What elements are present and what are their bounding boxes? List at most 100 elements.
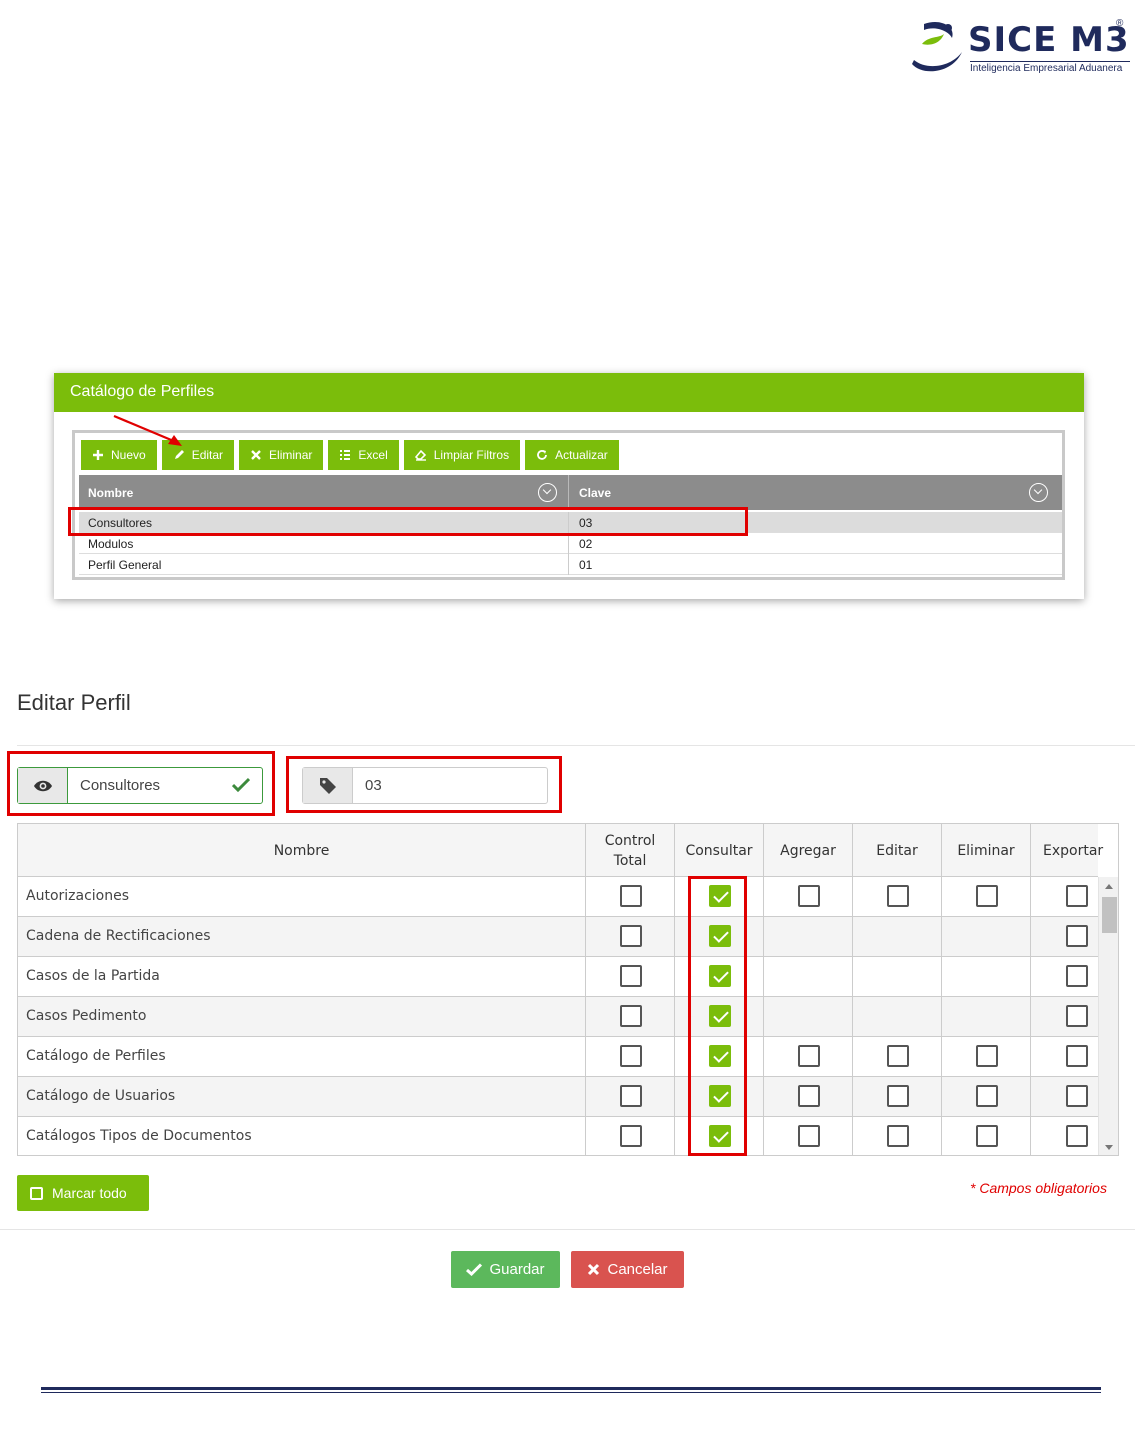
checkbox-exportar[interactable] — [1066, 1085, 1088, 1107]
header-editar: Editar — [852, 824, 941, 877]
header-agregar: Agregar — [763, 824, 852, 877]
table-row: Autorizaciones — [18, 877, 1098, 917]
column-divider — [568, 554, 569, 575]
column-header-clave[interactable]: Clave — [570, 475, 620, 510]
checkbox-control-total[interactable] — [620, 1085, 642, 1107]
scroll-down-icon[interactable] — [1105, 1145, 1113, 1150]
cell-control-total — [585, 917, 674, 957]
checkbox-eliminar[interactable] — [976, 1045, 998, 1067]
cell-eliminar — [941, 917, 1030, 957]
clave-field[interactable]: 03 — [302, 767, 548, 804]
excel-button[interactable]: Excel — [328, 440, 399, 470]
checkbox-editar[interactable] — [887, 1045, 909, 1067]
cell-control-total — [585, 957, 674, 997]
cancelar-button[interactable]: Cancelar — [571, 1251, 684, 1288]
column-header-nombre[interactable]: Nombre — [79, 475, 142, 510]
table-row[interactable]: Modulos 02 — [79, 533, 1062, 554]
annotation-arrow — [113, 414, 182, 446]
panel-title: Catálogo de Perfiles — [54, 373, 1084, 412]
header-control-line1: Control — [604, 832, 656, 849]
permission-module-name: Catálogo de Perfiles — [26, 1048, 166, 1064]
checkbox-eliminar[interactable] — [976, 885, 998, 907]
cell-editar — [852, 1077, 941, 1117]
cell-agregar — [763, 957, 852, 997]
permission-module-name: Casos de la Partida — [26, 968, 160, 984]
cell-agregar — [763, 1077, 852, 1117]
limpiar-label: Limpiar Filtros — [433, 448, 510, 462]
logo-tagline: Inteligencia Empresarial Aduanera — [970, 63, 1123, 74]
cell-editar — [852, 877, 941, 917]
checkbox-exportar[interactable] — [1066, 1045, 1088, 1067]
limpiar-filtros-button[interactable]: Limpiar Filtros — [403, 440, 521, 470]
checkbox-control-total[interactable] — [620, 925, 642, 947]
cell-editar — [852, 917, 941, 957]
actualizar-button[interactable]: Actualizar — [525, 440, 619, 470]
cell-nombre: Modulos — [88, 537, 134, 551]
eraser-icon — [414, 449, 426, 461]
scrollbar[interactable] — [1098, 877, 1118, 1155]
guardar-button[interactable]: Guardar — [451, 1251, 560, 1288]
checkbox-editar[interactable] — [887, 1085, 909, 1107]
checkbox-eliminar[interactable] — [976, 1085, 998, 1107]
checkbox-exportar[interactable] — [1066, 885, 1088, 907]
cell-agregar — [763, 917, 852, 957]
checkbox-exportar[interactable] — [1066, 1125, 1088, 1147]
table-row[interactable]: Perfil General 01 — [79, 554, 1062, 575]
column-divider — [568, 533, 569, 554]
cell-control-total — [585, 877, 674, 917]
checkbox-control-total[interactable] — [620, 1045, 642, 1067]
checkbox-agregar[interactable] — [798, 885, 820, 907]
close-icon — [588, 1263, 600, 1276]
checkbox-control-total[interactable] — [620, 965, 642, 987]
nombre-value: Consultores — [80, 777, 161, 794]
editar-label: Editar — [191, 448, 224, 462]
cell-eliminar — [941, 957, 1030, 997]
checkbox-icon — [30, 1186, 43, 1200]
scroll-thumb[interactable] — [1102, 897, 1117, 933]
footer-rule — [41, 1387, 1101, 1390]
checkbox-exportar[interactable] — [1066, 925, 1088, 947]
checkbox-eliminar[interactable] — [976, 1125, 998, 1147]
scroll-up-icon[interactable] — [1105, 884, 1113, 889]
check-icon — [232, 777, 250, 793]
clave-input[interactable]: 03 — [353, 768, 547, 803]
cell-control-total — [585, 997, 674, 1037]
chevron-down-icon[interactable] — [1029, 483, 1048, 502]
logo-brand-text: SICE M3 — [968, 20, 1130, 60]
cell-eliminar — [941, 877, 1030, 917]
checkbox-exportar[interactable] — [1066, 1005, 1088, 1027]
header-eliminar: Eliminar — [941, 824, 1030, 877]
eliminar-button[interactable]: Eliminar — [239, 440, 324, 470]
logo-registered-mark: ® — [1116, 18, 1124, 29]
cell-editar — [852, 997, 941, 1037]
checkbox-agregar[interactable] — [798, 1045, 820, 1067]
table-row: Casos de la Partida — [18, 957, 1098, 997]
cell-clave: 02 — [579, 537, 593, 551]
nombre-field[interactable]: Consultores — [17, 767, 263, 804]
checkbox-editar[interactable] — [887, 885, 909, 907]
sice-m3-logo: SICE M3 ® Inteligencia Empresarial Aduan… — [904, 16, 1130, 80]
checkbox-agregar[interactable] — [798, 1085, 820, 1107]
swoosh-logo-icon — [912, 21, 962, 72]
checkbox-control-total[interactable] — [620, 885, 642, 907]
permissions-table: Nombre Control Total Consultar Agregar E… — [17, 823, 1119, 1156]
eliminar-label: Eliminar — [269, 448, 313, 462]
checkbox-control-total[interactable] — [620, 1125, 642, 1147]
permission-module-name: Cadena de Rectificaciones — [26, 928, 211, 944]
marcar-todo-button[interactable]: Marcar todo — [17, 1175, 149, 1211]
logo-divider — [970, 61, 1130, 62]
actualizar-label: Actualizar — [555, 448, 608, 462]
checkbox-exportar[interactable] — [1066, 965, 1088, 987]
tag-icon — [303, 768, 353, 803]
checkbox-agregar[interactable] — [798, 1125, 820, 1147]
checkbox-control-total[interactable] — [620, 1005, 642, 1027]
footer-rule — [41, 1392, 1101, 1393]
eye-icon — [18, 768, 68, 803]
cell-agregar — [763, 1037, 852, 1077]
page-title: Editar Perfil — [17, 690, 131, 715]
chevron-down-icon[interactable] — [538, 483, 557, 502]
nuevo-label: Nuevo — [111, 448, 146, 462]
nombre-input[interactable]: Consultores — [68, 768, 262, 803]
checkbox-editar[interactable] — [887, 1125, 909, 1147]
cell-editar — [852, 1117, 941, 1155]
